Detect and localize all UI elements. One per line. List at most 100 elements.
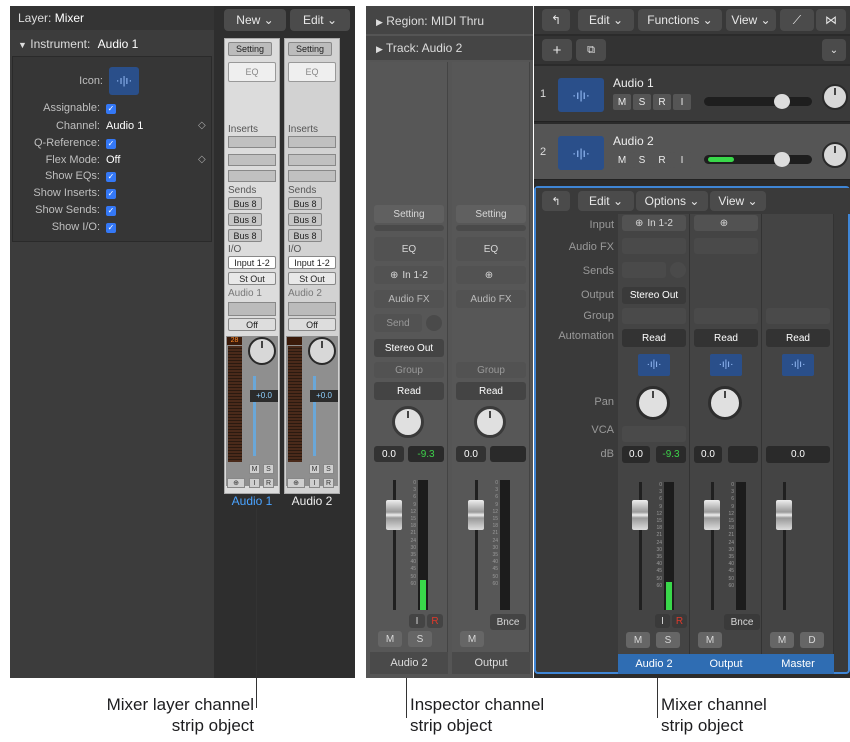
property-checkbox[interactable]: ✓ bbox=[106, 172, 116, 182]
duplicate-track-icon[interactable]: ⧉ bbox=[576, 39, 606, 61]
track-mute-button[interactable]: M bbox=[613, 94, 631, 110]
property-checkbox[interactable]: ✓ bbox=[106, 223, 116, 233]
track-record-button[interactable]: R bbox=[653, 94, 671, 110]
output-slot[interactable]: St Out bbox=[228, 272, 276, 285]
insert-slot[interactable] bbox=[288, 136, 336, 148]
stepper-icon[interactable]: ◇ bbox=[198, 154, 206, 165]
pan-knob[interactable] bbox=[248, 337, 276, 365]
edit-menu-button[interactable]: Edit ⌄ bbox=[290, 9, 350, 31]
property-checkbox[interactable]: ✓ bbox=[106, 189, 116, 199]
volume-slider[interactable] bbox=[704, 97, 812, 106]
mute-button[interactable]: M bbox=[770, 632, 794, 648]
record-button[interactable]: R bbox=[427, 614, 443, 628]
bounce-button[interactable]: Bnce bbox=[490, 614, 526, 630]
flex-icon[interactable]: ⋈ bbox=[816, 9, 846, 31]
eq-button[interactable]: EQ bbox=[288, 62, 336, 82]
eq-button[interactable]: EQ bbox=[374, 237, 444, 261]
view-menu-button[interactable]: View ⌄ bbox=[726, 9, 776, 31]
record-button[interactable]: R bbox=[672, 614, 687, 628]
mixer-edit-menu[interactable]: Edit ⌄ bbox=[578, 191, 634, 211]
mixer-view-menu[interactable]: View ⌄ bbox=[710, 191, 766, 211]
group-slot[interactable] bbox=[622, 308, 686, 324]
audio-fx-slot[interactable]: Audio FX bbox=[456, 290, 526, 308]
record-button[interactable]: R bbox=[263, 478, 274, 488]
track-input-button[interactable]: I bbox=[673, 94, 691, 110]
bounce-button[interactable]: Bnce bbox=[724, 614, 760, 630]
stepper-icon[interactable]: ◇ bbox=[198, 120, 206, 131]
send-slot[interactable]: Bus 8 bbox=[228, 213, 262, 226]
layer-row[interactable]: Layer: Mixer bbox=[10, 6, 214, 30]
vca-slot[interactable] bbox=[622, 426, 686, 442]
audio-fx-slot[interactable] bbox=[622, 238, 686, 254]
property-value[interactable]: Audio 1 bbox=[106, 120, 143, 132]
record-button[interactable]: R bbox=[323, 478, 334, 488]
send-slot[interactable] bbox=[622, 262, 666, 278]
mute-button[interactable]: M bbox=[249, 464, 260, 474]
volume-thumb[interactable] bbox=[774, 94, 790, 109]
pan-knob[interactable] bbox=[822, 142, 848, 168]
track-solo-button[interactable]: S bbox=[633, 152, 651, 168]
audio-fx-slot[interactable] bbox=[694, 238, 758, 254]
pan-knob[interactable] bbox=[708, 386, 742, 420]
property-checkbox[interactable]: ✓ bbox=[106, 104, 116, 114]
automation-read-button[interactable]: Read bbox=[694, 329, 758, 347]
output-slot[interactable]: Stereo Out bbox=[374, 339, 444, 357]
catch-icon[interactable]: ↰ bbox=[542, 9, 570, 31]
volume-fader[interactable] bbox=[632, 500, 648, 530]
volume-fader[interactable] bbox=[704, 500, 720, 530]
eq-button[interactable]: EQ bbox=[228, 62, 276, 82]
setting-button[interactable]: Setting bbox=[228, 42, 272, 56]
mute-button[interactable]: M bbox=[626, 632, 650, 648]
input-monitor-button[interactable]: I bbox=[249, 478, 260, 488]
group-slot[interactable] bbox=[694, 308, 758, 324]
off-button[interactable]: Off bbox=[288, 318, 336, 331]
mixer-options-menu[interactable]: Options ⌄ bbox=[636, 191, 708, 211]
channel-name[interactable]: Audio 2 bbox=[282, 494, 342, 508]
input-slot[interactable]: ⊕ bbox=[456, 266, 526, 284]
input-slot[interactable]: Input 1-2 bbox=[288, 256, 336, 269]
send-slot[interactable]: Bus 8 bbox=[288, 197, 322, 210]
setting-button[interactable]: Setting bbox=[374, 205, 444, 223]
link-icon[interactable]: ⊕ bbox=[227, 478, 245, 488]
group-slot[interactable]: Group bbox=[456, 362, 526, 378]
input-slot[interactable]: ⊕ In 1-2 bbox=[374, 266, 444, 284]
insert-slot[interactable] bbox=[288, 154, 336, 166]
mute-button[interactable]: M bbox=[460, 631, 484, 647]
region-row[interactable]: ▶ Region: MIDI Thru bbox=[366, 6, 533, 34]
waveform-icon[interactable]: ·ı|ı· bbox=[109, 67, 139, 95]
solo-button[interactable]: S bbox=[656, 632, 680, 648]
pan-knob[interactable] bbox=[474, 406, 506, 438]
add-track-button[interactable]: + bbox=[542, 39, 572, 61]
send-slot[interactable]: Bus 8 bbox=[288, 229, 322, 242]
volume-thumb[interactable] bbox=[774, 152, 790, 167]
property-value[interactable]: Off bbox=[106, 154, 120, 166]
solo-button[interactable]: S bbox=[408, 631, 432, 647]
name-field[interactable] bbox=[228, 302, 276, 316]
instrument-row[interactable]: ▼ Instrument: Audio 1 bbox=[10, 34, 214, 54]
track-solo-button[interactable]: S bbox=[633, 94, 651, 110]
volume-fader[interactable] bbox=[776, 500, 792, 530]
audio-fx-slot[interactable]: Audio FX bbox=[374, 290, 444, 308]
track-input-button[interactable]: I bbox=[673, 152, 691, 168]
group-slot[interactable]: Group bbox=[374, 362, 444, 378]
edit-menu-button[interactable]: Edit ⌄ bbox=[578, 9, 634, 31]
automation-read-button[interactable]: Read bbox=[766, 329, 830, 347]
insert-slot[interactable] bbox=[288, 170, 336, 182]
dim-button[interactable]: D bbox=[800, 632, 824, 648]
mute-button[interactable]: M bbox=[378, 631, 402, 647]
functions-menu-button[interactable]: Functions ⌄ bbox=[638, 9, 722, 31]
link-icon[interactable]: ⊕ bbox=[287, 478, 305, 488]
track-row[interactable]: ▶ Track: Audio 2 bbox=[366, 36, 533, 60]
input-monitor-button[interactable]: I bbox=[655, 614, 670, 628]
send-knob[interactable] bbox=[670, 262, 686, 278]
volume-fader[interactable] bbox=[468, 500, 484, 530]
solo-button[interactable]: S bbox=[323, 464, 334, 474]
group-slot[interactable] bbox=[766, 308, 830, 324]
send-slot[interactable]: Bus 8 bbox=[228, 229, 262, 242]
pan-knob[interactable] bbox=[822, 84, 848, 110]
automation-read-button[interactable]: Read bbox=[622, 329, 686, 347]
input-slot[interactable]: ⊕ bbox=[694, 215, 758, 231]
name-field[interactable] bbox=[288, 302, 336, 316]
send-knob[interactable] bbox=[426, 315, 442, 331]
input-slot[interactable]: ⊕ In 1-2 bbox=[622, 215, 686, 231]
